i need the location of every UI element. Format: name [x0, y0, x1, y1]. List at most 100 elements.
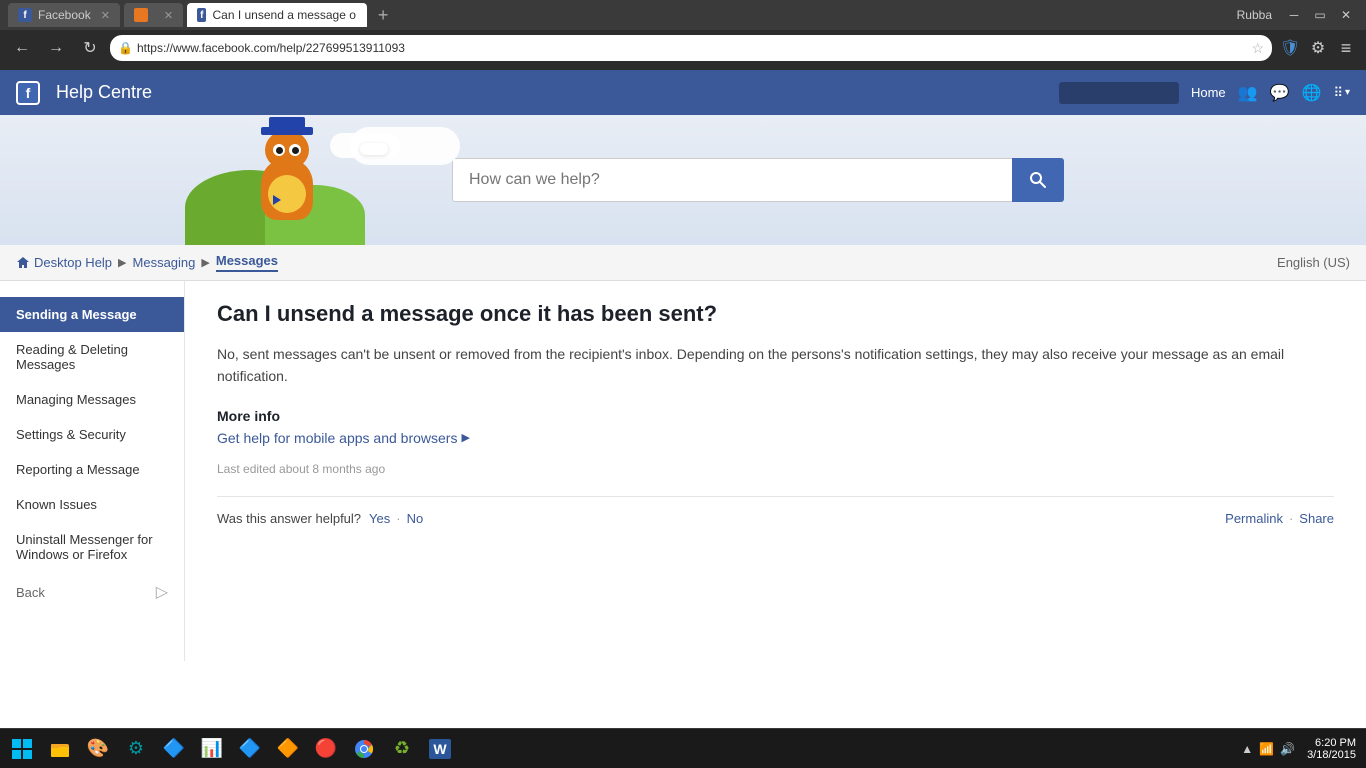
window-controls: Rubba ─ ▭ ✕ [1237, 3, 1358, 27]
owl-head [265, 130, 309, 170]
browser-extra-icons: 🛡 ⚙ ≡ [1278, 36, 1358, 60]
taskbar-chrome[interactable] [346, 731, 382, 767]
breadcrumb-home[interactable]: Desktop Help [16, 255, 112, 270]
hero-search-input[interactable] [452, 158, 1012, 202]
sidebar-item-known[interactable]: Known Issues [0, 487, 184, 522]
sidebar-item-reading[interactable]: Reading & Deleting Messages [0, 332, 184, 382]
start-button[interactable] [4, 731, 40, 767]
tab-blank-close[interactable]: ✕ [164, 9, 173, 22]
helpful-links: Yes · No [369, 511, 423, 526]
taskbar-word[interactable]: W [422, 731, 458, 767]
share-link[interactable]: Share [1299, 511, 1334, 526]
sidebar: Sending a Message Reading & Deleting Mes… [0, 281, 185, 661]
tab-facebook-label: Facebook [38, 8, 91, 22]
tray-chevron-icon[interactable]: ▲ [1241, 742, 1253, 756]
sidebar-item-settings[interactable]: Settings & Security [0, 417, 184, 452]
sidebar-item-uninstall[interactable]: Uninstall Messenger for Windows or Firef… [0, 522, 184, 572]
taskbar-file-explorer[interactable] [42, 731, 78, 767]
taskbar-app3[interactable]: ⚙ [118, 731, 154, 767]
messages-nav-icon[interactable]: 💬 [1270, 83, 1290, 103]
browser-nav-bar: ← → ↻ 🔒 ☆ 🛡 ⚙ ≡ [0, 30, 1366, 66]
search-icon [1028, 170, 1048, 190]
tab-active[interactable]: f Can I unsend a message o ✕ [187, 3, 367, 27]
chrome-icon [353, 738, 375, 760]
tray-clock[interactable]: 6:20 PM 3/18/2015 [1307, 737, 1356, 761]
windows-logo-icon [11, 738, 33, 760]
taskbar-app5[interactable]: 📊 [194, 731, 230, 767]
owl-left-pupil [276, 147, 283, 154]
tab-blank[interactable]: ✕ [124, 3, 183, 27]
home-icon [16, 256, 30, 269]
menu-icon[interactable]: ≡ [1334, 36, 1358, 60]
permalink-separator: · [1289, 511, 1293, 526]
file-explorer-icon [49, 738, 71, 760]
tab-active-close[interactable]: ✕ [366, 9, 367, 22]
taskbar-app8[interactable]: 🔴 [308, 731, 344, 767]
sidebar-item-managing[interactable]: Managing Messages [0, 382, 184, 417]
user-name-label: Rubba [1237, 8, 1272, 22]
app7-icon: 🔶 [277, 738, 299, 759]
helpful-no-button[interactable]: No [407, 511, 424, 526]
more-info-link[interactable]: Get help for mobile apps and browsers ▶ [217, 430, 1334, 446]
more-nav-dropdown[interactable]: ⠿ ▾ [1333, 85, 1350, 101]
facebook-favicon: f [18, 8, 32, 22]
minimize-button[interactable]: ─ [1282, 3, 1306, 27]
tray-network-icon[interactable]: 📶 [1259, 742, 1274, 756]
breadcrumb-current: Messages [216, 253, 278, 272]
refresh-button[interactable]: ↻ [76, 34, 104, 62]
close-button[interactable]: ✕ [1334, 3, 1358, 27]
tray-volume-icon[interactable]: 🔊 [1280, 742, 1295, 756]
more-info-label: More info [217, 408, 1334, 424]
last-edited-text: Last edited about 8 months ago [217, 462, 1334, 476]
back-button[interactable]: ← [8, 34, 36, 62]
breadcrumb-locale: English (US) [1277, 255, 1350, 270]
breadcrumb-messaging[interactable]: Messaging [133, 255, 196, 270]
tab-facebook-close[interactable]: ✕ [101, 9, 110, 22]
shield-icon: 🛡 [1278, 36, 1302, 60]
owl-left-eye [273, 144, 285, 156]
globe-nav-icon[interactable]: 🌐 [1302, 83, 1322, 103]
taskbar-app6[interactable]: 🔷 [232, 731, 268, 767]
sidebar-item-reporting[interactable]: Reporting a Message [0, 452, 184, 487]
article-title: Can I unsend a message once it has been … [217, 301, 1334, 327]
friends-nav-icon[interactable]: 👥 [1238, 83, 1258, 103]
helpful-separator: · [396, 511, 400, 526]
taskbar-app4[interactable]: 🔷 [156, 731, 192, 767]
address-bar[interactable] [137, 41, 1247, 55]
hero-search-container [452, 158, 1064, 202]
blank-favicon [134, 8, 148, 22]
main-content: Sending a Message Reading & Deleting Mes… [0, 281, 1366, 661]
browser-title-bar: f Facebook ✕ ✕ f Can I unsend a message … [0, 0, 1366, 30]
taskbar-app10[interactable]: ♻ [384, 731, 420, 767]
more-info-arrow-icon: ▶ [461, 431, 469, 444]
paint-icon: 🎨 [87, 738, 109, 759]
bookmark-star-icon[interactable]: ☆ [1251, 40, 1264, 57]
owl-illustration [185, 115, 385, 245]
taskbar-app7[interactable]: 🔶 [270, 731, 306, 767]
unity-icon: 🔷 [163, 738, 185, 759]
sidebar-back-arrow-icon: ▷ [156, 582, 168, 602]
facebook-logo: f [16, 81, 40, 105]
maximize-button[interactable]: ▭ [1308, 3, 1332, 27]
speech-bubble [360, 143, 388, 155]
taskbar-paint[interactable]: 🎨 [80, 731, 116, 767]
sidebar-back-button[interactable]: Back ▷ [0, 572, 184, 612]
forward-button[interactable]: → [42, 34, 70, 62]
sidebar-item-sending[interactable]: Sending a Message [0, 297, 184, 332]
home-nav-link[interactable]: Home [1191, 85, 1226, 100]
permalink-link[interactable]: Permalink [1225, 511, 1283, 526]
helpful-yes-button[interactable]: Yes [369, 511, 390, 526]
permalink-share-area: Permalink · Share [1225, 511, 1334, 526]
breadcrumb-home-label: Desktop Help [34, 255, 112, 270]
extensions-icon[interactable]: ⚙ [1306, 36, 1330, 60]
tab-facebook[interactable]: f Facebook ✕ [8, 3, 120, 27]
app8-icon: 🔴 [315, 738, 337, 759]
browser-chrome: f Facebook ✕ ✕ f Can I unsend a message … [0, 0, 1366, 70]
owl-right-pupil [292, 147, 299, 154]
helpful-row: Was this answer helpful? Yes · No Permal… [217, 496, 1334, 526]
breadcrumb: Desktop Help ▶ Messaging ▶ Messages [16, 253, 278, 272]
new-tab-button[interactable]: + [371, 3, 395, 27]
header-search-input[interactable] [1059, 82, 1179, 104]
sidebar-back-label: Back [16, 585, 45, 600]
hero-search-button[interactable] [1012, 158, 1064, 202]
